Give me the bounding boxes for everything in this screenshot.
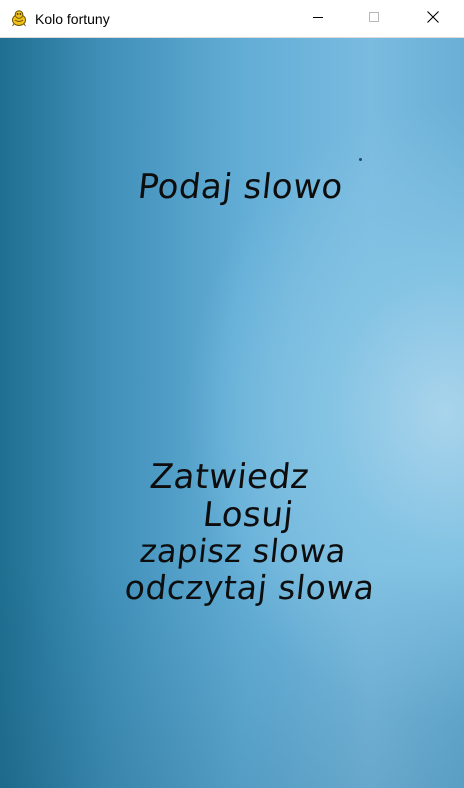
maximize-icon (368, 10, 380, 28)
window-title: Kolo fortuny (35, 11, 110, 27)
close-button[interactable] (410, 0, 456, 37)
maximize-button[interactable] (351, 0, 397, 37)
cursor-dot (359, 158, 362, 161)
minimize-button[interactable] (295, 0, 341, 37)
save-words-button[interactable]: zapisz slowa (138, 532, 348, 570)
read-words-button[interactable]: odczytaj slowa (123, 568, 377, 607)
confirm-button[interactable]: Zatwiedz (148, 457, 311, 497)
title-bar[interactable]: Kolo fortuny (0, 0, 464, 38)
draw-button[interactable]: Losuj (201, 495, 296, 535)
minimize-icon (312, 10, 324, 28)
prompt-label: Podaj slowo (135, 167, 345, 207)
app-window: Kolo fortuny Podaj slowo Zatwiedz Losuj … (0, 0, 464, 788)
pygame-snake-icon (10, 9, 28, 27)
close-icon (427, 10, 439, 28)
game-canvas[interactable]: Podaj slowo Zatwiedz Losuj zapisz slowa … (0, 38, 464, 788)
